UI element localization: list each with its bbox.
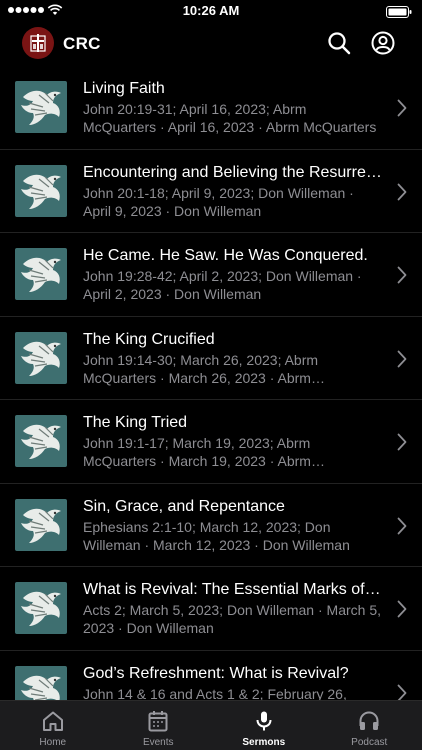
sermon-text: He Came. He Saw. He Was Conquered. John …: [83, 246, 383, 303]
sermon-row[interactable]: He Came. He Saw. He Was Conquered. John …: [0, 233, 422, 317]
sermon-row[interactable]: The King Tried John 19:1-17; March 19, 2…: [0, 400, 422, 484]
sermon-thumbnail: [15, 248, 67, 300]
dove-icon: [21, 424, 61, 459]
sermon-subtitle: John 19:14-30; March 26, 2023; Abrm McQu…: [83, 351, 319, 386]
sermon-row[interactable]: God’s Refreshment: What is Revival? John…: [0, 651, 422, 701]
chevron-right-icon: [397, 99, 407, 117]
app-title: CRC: [63, 34, 101, 53]
chevron-right-icon: [397, 433, 407, 451]
sermon-text: The King Tried John 19:1-17; March 19, 2…: [83, 413, 383, 470]
sermon-text: God’s Refreshment: What is Revival? John…: [83, 664, 383, 701]
tab-home[interactable]: Home: [0, 701, 106, 750]
sermon-title: Encountering and Believing the Resurrect…: [83, 163, 383, 181]
sermon-thumbnail: [15, 665, 67, 700]
sermon-subtitle: John 20:1-18; April 9, 2023; Don Willema…: [83, 184, 354, 219]
status-bar: 10:26 AM: [0, 0, 422, 22]
chevron-right-icon: [397, 266, 407, 284]
tab-sermons-label: Sermons: [242, 737, 286, 748]
sermon-title: The King Crucified: [83, 330, 215, 348]
tab-sermons[interactable]: Sermons: [211, 701, 317, 750]
sermon-subtitle: John 14 & 16 and Acts 1 & 2; February 26…: [83, 685, 347, 701]
chevron-right-icon: [397, 600, 407, 618]
sermon-title: He Came. He Saw. He Was Conquered.: [83, 247, 368, 264]
app-header: CRC: [0, 22, 422, 66]
sermon-subtitle: John 19:1-17; March 19, 2023; Abrm McQua…: [83, 435, 311, 469]
church-cross-icon: [30, 34, 46, 52]
sermon-thumbnail: [15, 331, 67, 384]
calendar-icon: [148, 711, 168, 732]
account-icon: [371, 31, 395, 55]
sermon-text: Living Faith John 20:19-31; April 16, 20…: [83, 79, 383, 136]
dove-icon: [21, 174, 61, 209]
dove-icon: [21, 508, 61, 543]
sermon-row[interactable]: Encountering and Believing the Resurrect…: [0, 150, 422, 233]
sermon-row[interactable]: Sin, Grace, and Repentance Ephesians 2:1…: [0, 484, 422, 567]
home-icon: [42, 711, 63, 731]
tab-home-label: Home: [39, 737, 67, 748]
headphones-icon: [359, 711, 379, 730]
account-button[interactable]: [371, 31, 395, 55]
sermon-title: God’s Refreshment: What is Revival?: [83, 664, 349, 682]
tab-podcast-label: Podcast: [351, 737, 388, 748]
sermon-title: Living Faith: [83, 80, 165, 97]
sermon-subtitle: John 19:28-42; April 2, 2023; Don Willem…: [83, 268, 362, 302]
sermon-subtitle: Ephesians 2:1-10; March 12, 2023; Don Wi…: [83, 518, 350, 553]
tab-podcast[interactable]: Podcast: [317, 701, 422, 750]
sermon-subtitle: Acts 2; March 5, 2023; Don Willeman · Ma…: [83, 602, 381, 636]
sermon-thumbnail: [15, 415, 67, 467]
tab-events-label: Events: [142, 737, 174, 748]
sermon-subtitle: John 20:19-31; April 16, 2023; Abrm McQu…: [83, 101, 377, 135]
search-button[interactable]: [327, 31, 351, 55]
sermon-thumbnail: [15, 164, 67, 217]
dove-icon: [21, 591, 61, 626]
sermon-list: Living Faith John 20:19-31; April 16, 20…: [0, 66, 422, 700]
sermon-row[interactable]: Living Faith John 20:19-31; April 16, 20…: [0, 66, 422, 150]
chevron-right-icon: [397, 684, 407, 700]
dove-icon: [21, 257, 61, 292]
sermon-title: Sin, Grace, and Repentance: [83, 497, 285, 515]
tab-events[interactable]: Events: [106, 701, 212, 750]
chevron-right-icon: [397, 183, 407, 200]
dove-icon: [21, 341, 61, 376]
microphone-icon: [256, 711, 272, 731]
sermon-thumbnail: [15, 582, 67, 634]
tab-bar: Home Events Sermons Podcast: [0, 700, 422, 750]
sermon-row[interactable]: The King Crucified John 19:14-30; March …: [0, 317, 422, 400]
church-logo: [22, 27, 54, 59]
dove-icon: [21, 675, 61, 700]
sermon-text: Sin, Grace, and Repentance Ephesians 2:1…: [83, 497, 383, 554]
sermon-title: The King Tried: [83, 414, 188, 431]
battery-icon: [386, 5, 412, 23]
sermon-thumbnail: [15, 81, 67, 133]
dove-icon: [21, 90, 61, 125]
sermon-row[interactable]: What is Revival: The Essential Marks of …: [0, 567, 422, 651]
chevron-right-icon: [397, 517, 407, 534]
sermon-thumbnail: [15, 498, 67, 551]
status-time: 10:26 AM: [182, 3, 240, 18]
search-icon: [328, 32, 351, 55]
sermon-title: What is Revival: The Essential Marks of …: [83, 581, 383, 598]
sermon-text: The King Crucified John 19:14-30; March …: [83, 330, 383, 387]
chevron-right-icon: [397, 350, 407, 367]
sermon-text: Encountering and Believing the Resurrect…: [83, 163, 383, 220]
sermon-text: What is Revival: The Essential Marks of …: [83, 580, 383, 637]
